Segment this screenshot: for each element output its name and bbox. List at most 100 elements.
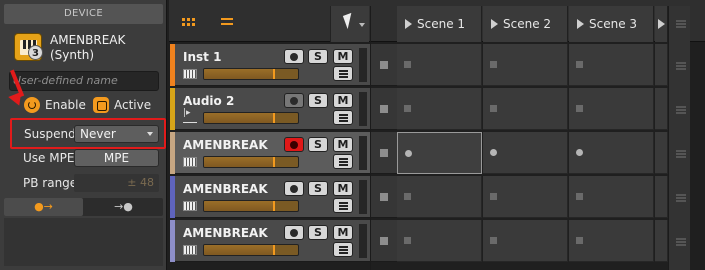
rail-menu-icon[interactable]	[676, 150, 686, 158]
active-toggle-icon[interactable]	[93, 97, 109, 113]
list-view-icon[interactable]	[221, 17, 233, 27]
scene-header-3[interactable]: Scene 3	[569, 6, 654, 42]
track-color-strip	[170, 132, 175, 174]
pointer-icon	[342, 12, 357, 30]
clip-slot[interactable]	[655, 220, 668, 262]
scene-header-2[interactable]: Scene 2	[483, 6, 568, 42]
clip-slot[interactable]	[655, 176, 668, 218]
scene-header-4[interactable]	[655, 6, 668, 42]
tab-device-in[interactable]: →●	[84, 198, 163, 216]
rail-menu-icon[interactable]	[676, 238, 686, 246]
fader-handle[interactable]	[273, 245, 275, 255]
record-arm-button[interactable]	[284, 225, 304, 240]
clip-slot[interactable]	[483, 176, 568, 218]
record-arm-button[interactable]	[284, 137, 304, 152]
volume-fader[interactable]	[203, 200, 299, 212]
clip-slot[interactable]	[655, 88, 668, 130]
clip-slot[interactable]	[569, 88, 654, 130]
clip-slot[interactable]	[483, 220, 568, 262]
fader-handle[interactable]	[273, 201, 275, 211]
mute-button[interactable]: M	[333, 225, 353, 240]
track-stop-cell[interactable]	[371, 176, 397, 218]
device-panel-footer	[4, 218, 163, 266]
grid-view-icon[interactable]	[182, 18, 195, 26]
rail-menu-icon[interactable]	[676, 20, 686, 28]
suspend-dropdown[interactable]: Never	[74, 125, 159, 143]
user-defined-name-input[interactable]: User-defined name	[9, 71, 159, 91]
play-icon[interactable]	[658, 19, 665, 29]
clip-slot-stop-icon	[576, 237, 583, 244]
solo-button[interactable]: S	[308, 225, 328, 240]
track-menu-icon[interactable]	[333, 110, 353, 125]
track-stop-cell[interactable]	[371, 88, 397, 130]
clip-slot[interactable]	[655, 44, 668, 86]
volume-fader[interactable]	[203, 112, 299, 124]
tab-device-out[interactable]: ●→	[4, 198, 83, 216]
clip-slot[interactable]	[569, 220, 654, 262]
mute-button[interactable]: M	[333, 93, 353, 108]
record-arm-button[interactable]	[284, 49, 304, 64]
clip-slot[interactable]	[569, 44, 654, 86]
pointer-tool-button[interactable]	[330, 6, 369, 42]
device-panel: DEVICE 3 AMENBREAK (Synth) User-defined …	[0, 0, 167, 270]
mute-button[interactable]: M	[333, 49, 353, 64]
scene-header-1[interactable]: Scene 1	[397, 6, 482, 42]
level-meter	[359, 92, 367, 126]
clip-slot[interactable]	[483, 88, 568, 130]
solo-button[interactable]: S	[308, 181, 328, 196]
track-menu-icon[interactable]	[333, 198, 353, 213]
clip-slot[interactable]	[397, 44, 482, 86]
mute-button[interactable]: M	[333, 137, 353, 152]
chevron-down-icon	[359, 23, 365, 27]
track-menu-icon[interactable]	[333, 66, 353, 81]
level-meter	[359, 48, 367, 82]
mute-button[interactable]: M	[333, 181, 353, 196]
clip-slot[interactable]	[397, 88, 482, 130]
power-icon[interactable]	[24, 97, 40, 113]
track-header[interactable]: AMENBREAK S M	[170, 220, 370, 262]
rail-menu-icon[interactable]	[676, 106, 686, 114]
track-header[interactable]: AMENBREAK S M	[170, 132, 370, 174]
mpe-button[interactable]: MPE	[74, 149, 159, 167]
clip-slot[interactable]	[397, 220, 482, 262]
clip-slot[interactable]	[397, 176, 482, 218]
clip-slot[interactable]	[569, 176, 654, 218]
chevron-down-icon	[147, 132, 153, 136]
rail-menu-icon[interactable]	[676, 62, 686, 70]
track-stop-cell[interactable]	[371, 132, 397, 174]
pb-range-label: PB range	[23, 176, 78, 190]
solo-button[interactable]: S	[308, 93, 328, 108]
stop-icon	[380, 149, 388, 157]
active-label: Active	[114, 98, 152, 112]
play-icon[interactable]	[405, 19, 412, 29]
track-header[interactable]: AMENBREAK S M	[170, 176, 370, 218]
track-menu-icon[interactable]	[333, 154, 353, 169]
solo-button[interactable]: S	[308, 137, 328, 152]
clip-slot[interactable]	[397, 132, 482, 174]
track-header[interactable]: Inst 1 S M	[170, 44, 370, 86]
play-icon[interactable]	[491, 19, 498, 29]
clip-slot[interactable]	[569, 132, 654, 174]
volume-fader[interactable]	[203, 68, 299, 80]
level-meter	[359, 180, 367, 214]
solo-button[interactable]: S	[308, 49, 328, 64]
pb-range-field[interactable]: ± 48	[74, 174, 159, 192]
fader-handle[interactable]	[273, 157, 275, 167]
play-icon[interactable]	[577, 19, 584, 29]
volume-fader[interactable]	[203, 156, 299, 168]
record-arm-button[interactable]	[284, 93, 304, 108]
scene-label: Scene 2	[503, 17, 552, 31]
volume-fader[interactable]	[203, 244, 299, 256]
clip-slot[interactable]	[483, 132, 568, 174]
fader-handle[interactable]	[273, 69, 275, 79]
track-stop-cell[interactable]	[371, 220, 397, 262]
track-menu-icon[interactable]	[333, 242, 353, 257]
fader-handle[interactable]	[273, 113, 275, 123]
rail-menu-icon[interactable]	[676, 194, 686, 202]
track-stop-cell[interactable]	[371, 44, 397, 86]
track-header[interactable]: Audio 2 S M	[170, 88, 370, 130]
track-name: AMENBREAK	[183, 182, 268, 196]
clip-slot[interactable]	[655, 132, 668, 174]
clip-slot[interactable]	[483, 44, 568, 86]
record-arm-button[interactable]	[284, 181, 304, 196]
